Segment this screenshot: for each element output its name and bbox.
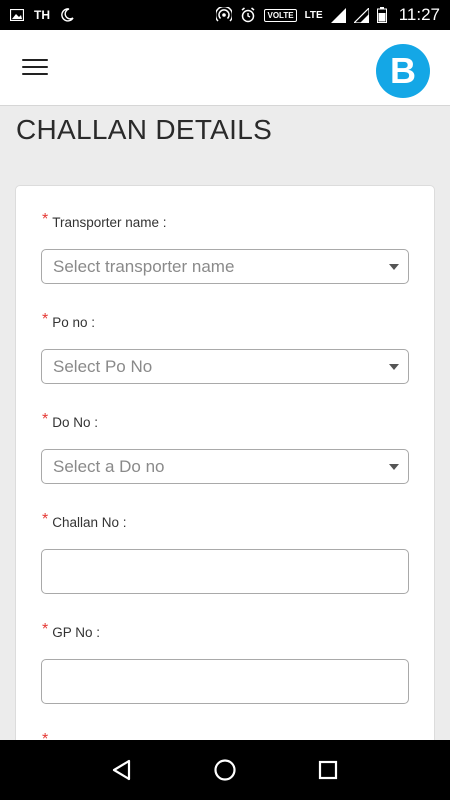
recents-square-icon[interactable] bbox=[308, 750, 348, 790]
status-left: TH bbox=[10, 8, 74, 22]
gallery-notification-icon bbox=[10, 9, 24, 21]
required-asterisk: * bbox=[42, 511, 49, 528]
gp-no-input[interactable] bbox=[41, 659, 409, 704]
home-circle-icon[interactable] bbox=[205, 750, 245, 790]
dropdown-caret-icon bbox=[389, 464, 399, 470]
hotspot-icon bbox=[216, 7, 233, 23]
brand-logo: B bbox=[376, 44, 430, 98]
dropdown-caret-icon bbox=[389, 364, 399, 370]
moon-icon bbox=[60, 8, 74, 22]
battery-icon bbox=[376, 7, 387, 23]
transporter-name-select[interactable]: Select transporter name bbox=[41, 249, 409, 284]
page-title: CHALLAN DETAILS bbox=[16, 114, 273, 145]
gp-no-label: * GP No : bbox=[42, 621, 101, 642]
signal-icon bbox=[330, 7, 346, 23]
do-no-select[interactable]: Select a Do no bbox=[41, 449, 409, 484]
status-right: VOLTE LTE 11:27 bbox=[216, 5, 440, 25]
po-no-select[interactable]: Select Po No bbox=[41, 349, 409, 384]
po-no-label-text: Po no : bbox=[52, 315, 96, 330]
required-asterisk: * bbox=[42, 211, 49, 228]
dropdown-caret-icon bbox=[389, 264, 399, 270]
volte-badge: VOLTE bbox=[264, 8, 297, 22]
back-triangle-icon[interactable] bbox=[102, 750, 142, 790]
required-asterisk: * bbox=[42, 411, 49, 428]
status-bar: TH VOLTE LTE 11:27 bbox=[0, 0, 450, 30]
app-header: B bbox=[0, 30, 450, 106]
challan-no-label: * Challan No : bbox=[42, 511, 127, 532]
po-no-placeholder: Select Po No bbox=[53, 356, 153, 376]
system-nav-bar bbox=[0, 740, 450, 800]
clock: 11:27 bbox=[398, 5, 440, 24]
network-type-label: LTE bbox=[304, 9, 323, 21]
do-no-placeholder: Select a Do no bbox=[53, 456, 165, 476]
challan-form-card: * Transporter name : Select transporter n… bbox=[15, 185, 435, 785]
po-no-label: * Po no : bbox=[42, 311, 96, 332]
challan-no-label-text: Challan No : bbox=[52, 515, 127, 530]
challan-no-input[interactable] bbox=[41, 549, 409, 594]
transporter-name-label: * Transporter name : bbox=[42, 211, 167, 232]
carrier-label: TH bbox=[34, 8, 50, 22]
required-asterisk: * bbox=[42, 311, 49, 328]
required-asterisk: * bbox=[42, 621, 49, 638]
do-no-label: * Do No : bbox=[42, 411, 99, 432]
transporter-name-label-text: Transporter name : bbox=[52, 215, 167, 230]
do-no-label-text: Do No : bbox=[52, 415, 99, 430]
transporter-name-placeholder: Select transporter name bbox=[53, 256, 235, 276]
alarm-icon bbox=[240, 7, 256, 23]
gp-no-label-text: GP No : bbox=[52, 625, 101, 640]
signal-secondary-icon bbox=[353, 7, 369, 23]
hamburger-menu-icon[interactable] bbox=[22, 59, 48, 77]
